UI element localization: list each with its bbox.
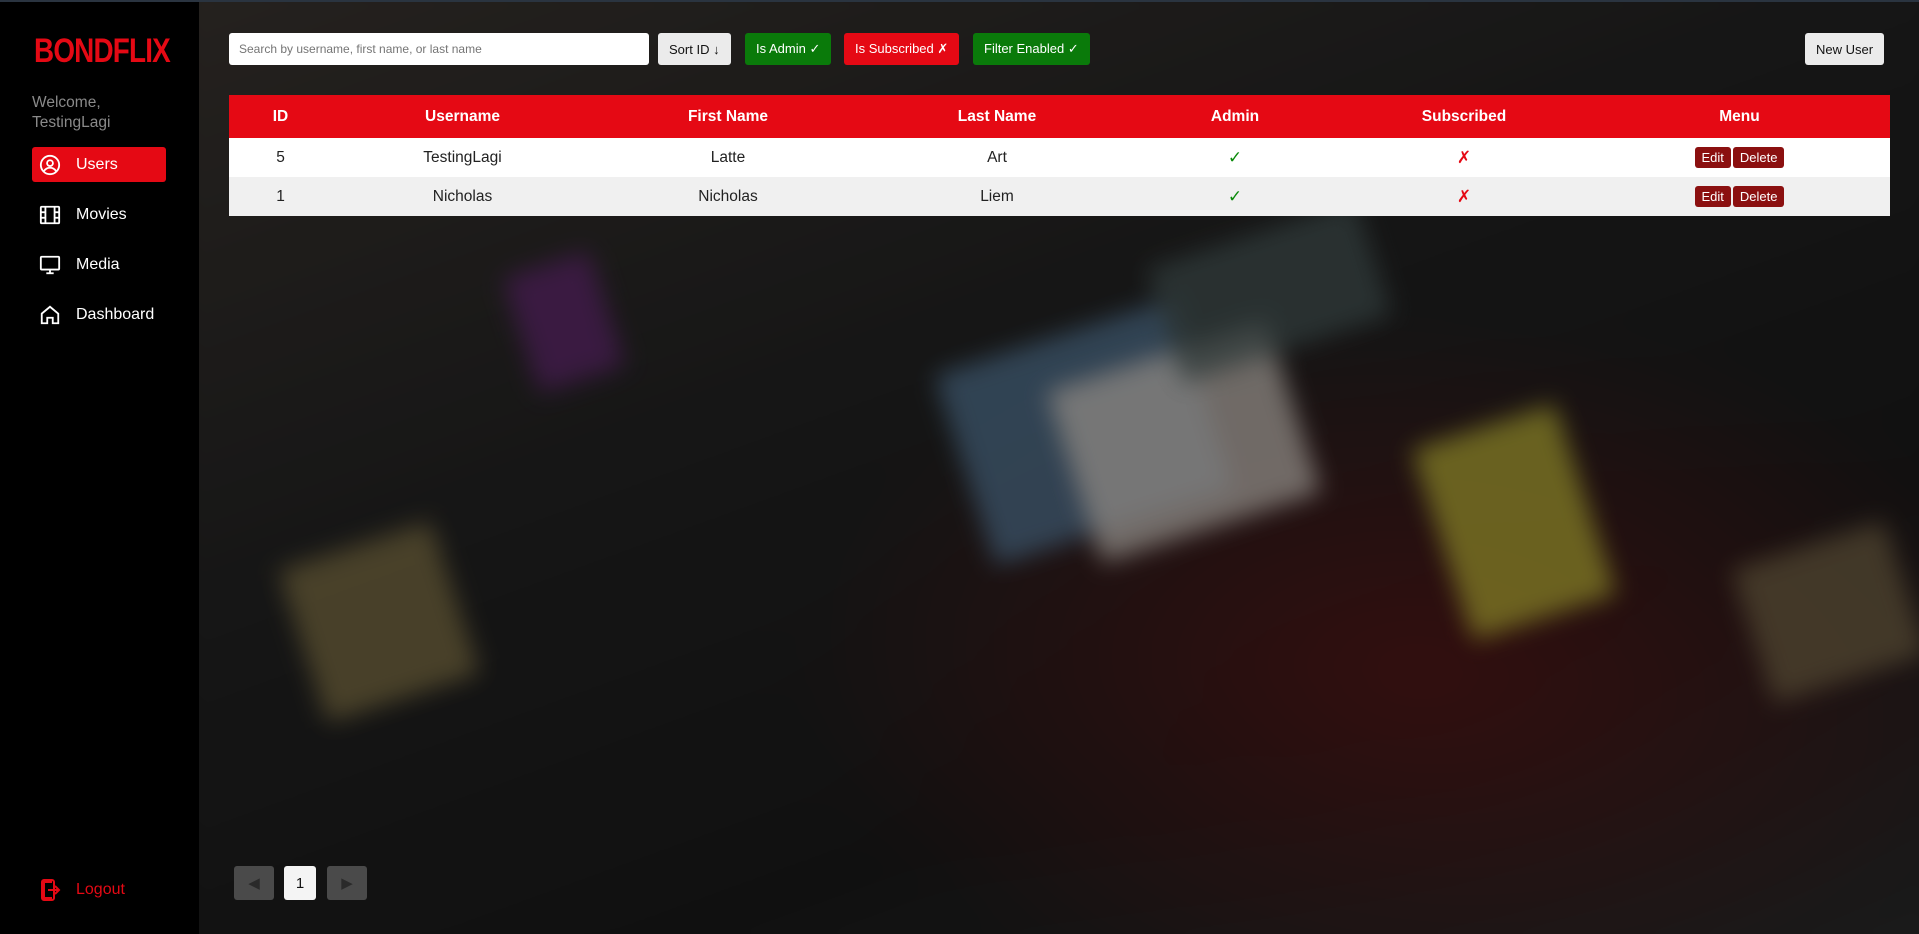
cell-first-name: Nicholas bbox=[698, 187, 758, 205]
column-header-admin[interactable]: Admin bbox=[1131, 95, 1339, 138]
sidebar-item-media[interactable]: Media bbox=[32, 247, 166, 282]
sidebar-item-movies[interactable]: Movies bbox=[32, 197, 166, 232]
sidebar-item-label: Users bbox=[76, 155, 118, 173]
cell-id: 1 bbox=[276, 187, 285, 205]
cell-id: 5 bbox=[276, 148, 285, 166]
cell-first-name: Latte bbox=[710, 148, 746, 166]
search-input[interactable] bbox=[229, 33, 649, 65]
film-icon bbox=[38, 203, 62, 227]
table-header-row: ID Username First Name Last Name Admin S… bbox=[229, 95, 1890, 138]
column-header-subscribed[interactable]: Subscribed bbox=[1339, 95, 1589, 138]
column-header-last-name[interactable]: Last Name bbox=[863, 95, 1131, 138]
column-header-menu: Menu bbox=[1719, 107, 1760, 125]
is-subscribed-filter-button[interactable]: Is Subscribed ✗ bbox=[844, 33, 960, 65]
table-row: 5 TestingLagi Latte Art ✓ ✗ Edit Delete bbox=[229, 138, 1890, 177]
monitor-icon bbox=[38, 253, 62, 277]
logout-button[interactable]: Logout bbox=[38, 878, 125, 902]
home-icon bbox=[38, 303, 62, 327]
edit-button[interactable]: Edit bbox=[1694, 147, 1731, 168]
delete-button[interactable]: Delete bbox=[1732, 147, 1785, 168]
cell-subscribed: ✗ bbox=[1456, 186, 1472, 206]
page-number-button[interactable]: 1 bbox=[284, 866, 316, 900]
cell-last-name: Liem bbox=[980, 187, 1014, 205]
table-row: 1 Nicholas Nicholas Liem ✓ ✗ Edit Delete bbox=[229, 177, 1890, 216]
sidebar-item-dashboard[interactable]: Dashboard bbox=[32, 297, 166, 332]
logout-label: Logout bbox=[76, 881, 125, 898]
logout-icon bbox=[38, 878, 62, 902]
cell-menu: Edit Delete bbox=[1589, 138, 1890, 177]
sidebar-nav: Users Movies Media Dashboard bbox=[32, 147, 166, 347]
app-root: BONDFLIX Welcome, TestingLagi Users Movi… bbox=[0, 0, 1919, 934]
sidebar-item-label: Movies bbox=[76, 205, 127, 223]
next-page-button[interactable]: ▶ bbox=[327, 866, 367, 900]
cell-admin: ✓ bbox=[1227, 147, 1243, 167]
is-admin-filter-button[interactable]: Is Admin ✓ bbox=[745, 33, 832, 65]
cell-last-name: Art bbox=[987, 148, 1007, 166]
cell-username: TestingLagi bbox=[423, 148, 502, 166]
edit-button[interactable]: Edit bbox=[1694, 186, 1731, 207]
delete-button[interactable]: Delete bbox=[1732, 186, 1785, 207]
brand-logo[interactable]: BONDFLIX bbox=[34, 32, 171, 71]
sidebar-item-label: Dashboard bbox=[76, 305, 155, 323]
column-header-id[interactable]: ID bbox=[229, 95, 332, 138]
new-user-button[interactable]: New User bbox=[1805, 33, 1885, 65]
sidebar-item-users[interactable]: Users bbox=[32, 147, 166, 182]
cell-subscribed: ✗ bbox=[1456, 147, 1472, 167]
cell-menu: Edit Delete bbox=[1589, 177, 1890, 216]
sidebar-item-label: Media bbox=[76, 255, 120, 273]
filter-enabled-button[interactable]: Filter Enabled ✓ bbox=[973, 33, 1090, 65]
welcome-message: Welcome, TestingLagi bbox=[32, 94, 111, 131]
column-header-first-name[interactable]: First Name bbox=[593, 95, 863, 138]
prev-page-button[interactable]: ◀ bbox=[234, 866, 274, 900]
cell-admin: ✓ bbox=[1227, 186, 1243, 206]
users-table: ID Username First Name Last Name Admin S… bbox=[229, 95, 1890, 216]
user-circle-icon bbox=[38, 153, 62, 177]
sort-id-button[interactable]: Sort ID ↓ bbox=[658, 33, 731, 65]
column-header-username[interactable]: Username bbox=[332, 95, 593, 138]
cell-username: Nicholas bbox=[432, 187, 493, 205]
sidebar: BONDFLIX Welcome, TestingLagi Users Movi… bbox=[0, 0, 199, 934]
